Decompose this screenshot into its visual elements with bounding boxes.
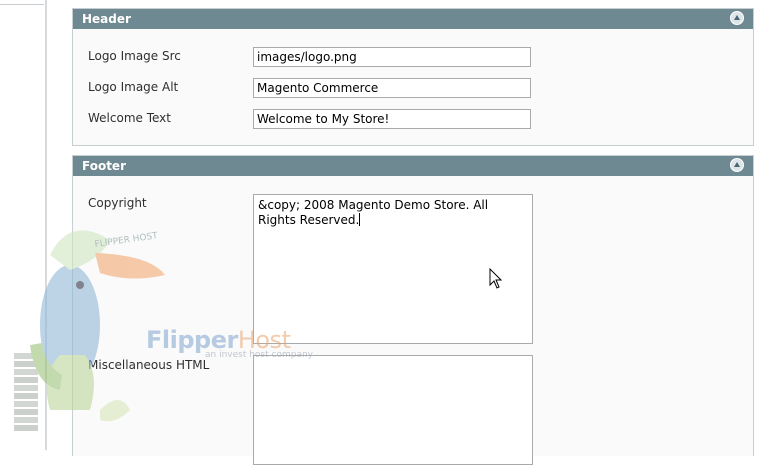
header-fieldset: Header Logo Image Src Logo Image Alt Wel… xyxy=(72,8,754,146)
section-title: Header xyxy=(82,12,131,26)
logo-alt-label: Logo Image Alt xyxy=(88,80,179,94)
collapse-icon[interactable] xyxy=(730,11,744,25)
mascot-cap-text: FLIPPER HOST xyxy=(94,231,159,250)
logo-src-label: Logo Image Src xyxy=(88,49,181,63)
text-caret xyxy=(359,213,361,226)
header-section-title-bar[interactable]: Header xyxy=(73,9,753,29)
logo-src-input[interactable] xyxy=(253,47,531,67)
section-title: Footer xyxy=(82,159,126,173)
welcome-text-input[interactable] xyxy=(253,109,531,129)
footer-section-title-bar[interactable]: Footer xyxy=(73,156,753,176)
logo-alt-input[interactable] xyxy=(253,78,531,98)
mouse-pointer-icon xyxy=(489,268,503,289)
misc-html-textarea[interactable] xyxy=(253,355,533,465)
collapse-icon[interactable] xyxy=(730,158,744,172)
copyright-label: Copyright xyxy=(88,196,147,210)
sidebar-tab-edge xyxy=(0,0,44,5)
watermark-tagline: an invest host company xyxy=(205,350,313,360)
welcome-text-label: Welcome Text xyxy=(88,111,171,125)
copyright-text: &copy; 2008 Magento Demo Store. All Righ… xyxy=(258,198,492,227)
